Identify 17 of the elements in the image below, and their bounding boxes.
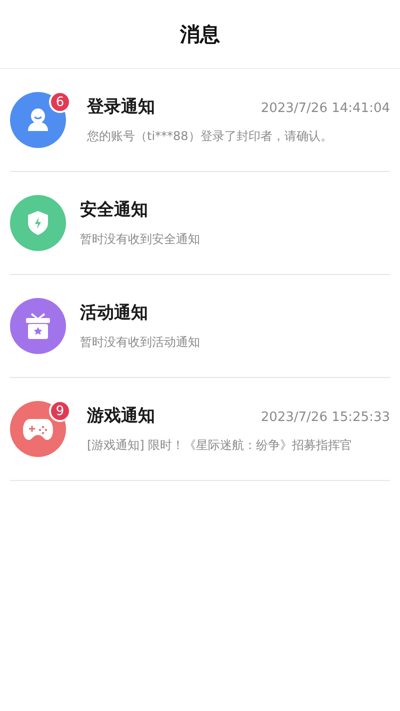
notification-preview: 暂时没有收到活动通知: [80, 334, 201, 351]
shield-icon: [26, 210, 50, 236]
timestamp: 2023/7/26 14:41:04: [260, 101, 390, 116]
notification-title: 安全通知: [80, 199, 148, 221]
notification-title: 登录通知: [87, 96, 155, 118]
timestamp: 2023/7/26 15:25:33: [260, 410, 390, 425]
gamepad-icon: [22, 417, 54, 441]
notification-preview: 您的账号（ti***88）登录了封印者，请确认。: [87, 128, 334, 145]
gift-box-icon: [24, 312, 52, 340]
notification-title: 活动通知: [80, 302, 148, 324]
unread-count-badge: 6: [49, 91, 71, 113]
notification-preview: 暂时没有收到安全通知: [80, 231, 201, 248]
page-title: 消息: [180, 20, 220, 48]
notification-title: 游戏通知: [87, 405, 155, 427]
person-icon: [25, 107, 51, 133]
unread-count-badge: 9: [49, 400, 71, 422]
notification-preview: [游戏通知] 限时！《星际迷航：纷争》招募指挥官: [87, 437, 354, 454]
